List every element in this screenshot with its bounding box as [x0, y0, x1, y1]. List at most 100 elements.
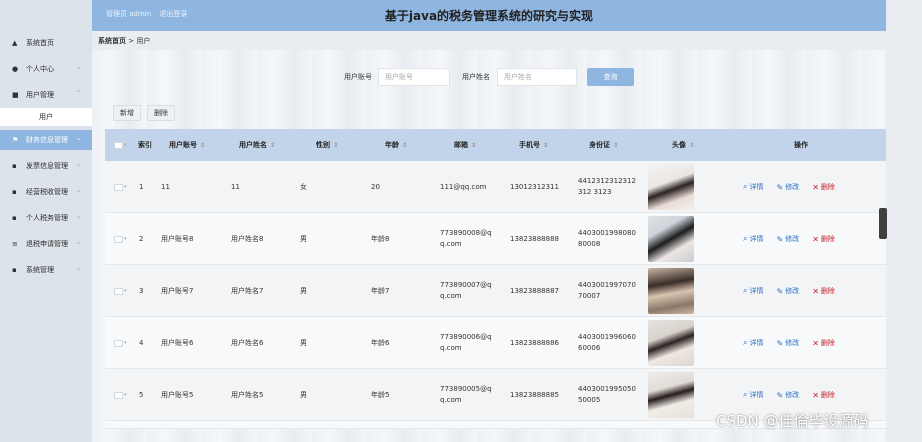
row-checkbox[interactable]: ▾ [114, 265, 127, 317]
add-button[interactable]: 新增 [113, 105, 141, 121]
name-label: 用户姓名 [462, 73, 490, 81]
breadcrumb-home[interactable]: 系统首页 [98, 37, 126, 45]
sidebar-subitem-user[interactable]: 用户 [0, 108, 92, 126]
header-avatar[interactable]: 头像 ⇕ [672, 129, 694, 161]
sidebar-item-finance[interactable]: ⚑ 财务信息管理 ⌄ [0, 130, 92, 150]
sort-icon: ⇕ [543, 141, 549, 149]
view-label: 详情 [749, 235, 764, 243]
pencil-icon: ✎ [776, 286, 784, 296]
cell-account: 用户账号8 [161, 234, 194, 243]
sidebar-item-business-tax[interactable]: ▪ 经营税收管理 ⌄ [0, 182, 92, 202]
header-index: 索引 [138, 141, 152, 149]
row-actions: ⌕ 详情 ✎ 修改 ✕ 删除 [743, 213, 848, 265]
cell-idcard: 4403001995050 50005 [578, 385, 636, 404]
name-search-input[interactable]: 用户姓名 [497, 68, 577, 86]
edit-button[interactable]: ✎ 修改 [776, 234, 799, 244]
delete-row-button[interactable]: ✕ 删除 [812, 234, 835, 244]
close-icon: ✕ [812, 338, 819, 348]
scrollbar-handle[interactable] [879, 208, 887, 239]
header-account[interactable]: 用户账号 ⇕ [169, 129, 205, 161]
edit-button[interactable]: ✎ 修改 [776, 338, 799, 348]
select-all-checkbox[interactable]: ▾ [114, 129, 127, 161]
row-actions: ⌕ 详情 ✎ 修改 ✕ 删除 [743, 265, 848, 317]
cell-phone: 13823888887 [510, 286, 559, 295]
view-button[interactable]: ⌕ 详情 [743, 286, 763, 296]
row-checkbox[interactable]: ▾ [114, 161, 127, 213]
grid-icon: ▪ [12, 162, 17, 170]
delete-row-button[interactable]: ✕ 删除 [812, 286, 835, 296]
header-avatar-label: 头像 [672, 141, 686, 149]
breadcrumb-separator: > [128, 37, 135, 45]
cell-account: 用户账号7 [161, 286, 194, 295]
delete-label: 删除 [820, 339, 835, 347]
row-actions: ⌕ 详情 ✎ 修改 ✕ 删除 [743, 317, 848, 369]
edit-button[interactable]: ✎ 修改 [776, 182, 799, 192]
cell-email: 111@qq.com [440, 182, 487, 191]
delete-row-button[interactable]: ✕ 删除 [812, 338, 835, 348]
sidebar-item-label: 发票信息管理 [26, 162, 68, 170]
header-name[interactable]: 用户姓名 ⇕ [239, 129, 275, 161]
header-account-label: 用户账号 [169, 141, 197, 149]
delete-row-button[interactable]: ✕ 删除 [812, 390, 835, 400]
chevron-down-icon: ⌄ [75, 135, 81, 142]
header-phone[interactable]: 手机号 ⇕ [519, 129, 548, 161]
sidebar-item-invoice[interactable]: ▪ 发票信息管理 ⌄ [0, 156, 92, 176]
table-row: ▾ 4 用户账号6 用户姓名6 男 年龄6 773890006@q q.com … [105, 317, 886, 369]
view-button[interactable]: ⌕ 详情 [743, 234, 763, 244]
header-ops: 操作 [794, 141, 808, 149]
sort-icon: ⇕ [689, 141, 695, 149]
grid-icon: ▪ [12, 188, 17, 196]
cell-index: 2 [139, 234, 144, 243]
header-age[interactable]: 年龄 ⇕ [385, 129, 407, 161]
header-gender[interactable]: 性别 ⇕ [316, 129, 338, 161]
cell-phone: 13823888886 [510, 338, 559, 347]
delete-label: 删除 [820, 391, 835, 399]
edit-button[interactable]: ✎ 修改 [776, 390, 799, 400]
cell-email: 773890007@q q.com [440, 281, 492, 300]
search-icon: ⌕ [743, 390, 748, 399]
sidebar-item-system[interactable]: ▪ 系统管理 ⌄ [0, 260, 92, 280]
header-email[interactable]: 邮箱 ⇕ [454, 129, 476, 161]
cell-name: 用户姓名6 [231, 338, 264, 347]
cell-idcard: 4403001998080 80008 [578, 229, 636, 248]
cell-index: 4 [139, 338, 144, 347]
header-name-label: 用户姓名 [239, 141, 267, 149]
delete-button[interactable]: 删除 [147, 105, 175, 121]
sort-icon: ⇕ [613, 141, 619, 149]
account-search-input[interactable]: 用户账号 [378, 68, 450, 86]
sort-icon: ⇕ [402, 141, 408, 149]
header-idcard[interactable]: 身份证 ⇕ [589, 129, 618, 161]
pencil-icon: ✎ [776, 234, 784, 244]
list-icon: ≡ [12, 240, 18, 248]
cell-index: 5 [139, 390, 144, 399]
sidebar-item-users[interactable]: ■ 用户管理 ⌃ [0, 85, 92, 105]
row-checkbox[interactable]: ▾ [114, 369, 127, 421]
cell-name: 用户姓名5 [231, 390, 264, 399]
delete-row-button[interactable]: ✕ 删除 [812, 182, 835, 192]
avatar [648, 216, 694, 262]
cell-account: 11 [161, 182, 170, 191]
row-checkbox[interactable]: ▾ [114, 317, 127, 369]
view-label: 详情 [749, 391, 764, 399]
table-row: ▾ 2 用户账号8 用户姓名8 男 年龄8 773890008@q q.com … [105, 213, 886, 265]
avatar [648, 320, 694, 366]
edit-button[interactable]: ✎ 修改 [776, 286, 799, 296]
header-gender-label: 性别 [316, 141, 330, 149]
view-button[interactable]: ⌕ 详情 [743, 338, 763, 348]
sidebar-item-home[interactable]: ▲ 系统首页 [0, 33, 92, 53]
view-button[interactable]: ⌕ 详情 [743, 182, 763, 192]
view-label: 详情 [749, 183, 764, 191]
avatar [648, 268, 694, 314]
sidebar-item-refund[interactable]: ≡ 退税申请管理 ⌄ [0, 234, 92, 254]
watermark: CSDN @佳倫毕设源码 [716, 412, 869, 430]
query-button[interactable]: 查询 [587, 68, 634, 86]
view-button[interactable]: ⌕ 详情 [743, 390, 763, 400]
cell-gender: 男 [300, 286, 307, 295]
sidebar-item-personal-tax[interactable]: ▪ 个人税务管理 ⌄ [0, 208, 92, 228]
chevron-up-icon: ⌃ [75, 90, 81, 97]
cell-phone: 13012312311 [510, 182, 559, 191]
cell-phone: 13823888885 [510, 390, 559, 399]
row-checkbox[interactable]: ▾ [114, 213, 127, 265]
cell-idcard: 4412312312312312 3123 [578, 177, 636, 196]
sidebar-item-label: 退税申请管理 [26, 240, 68, 248]
